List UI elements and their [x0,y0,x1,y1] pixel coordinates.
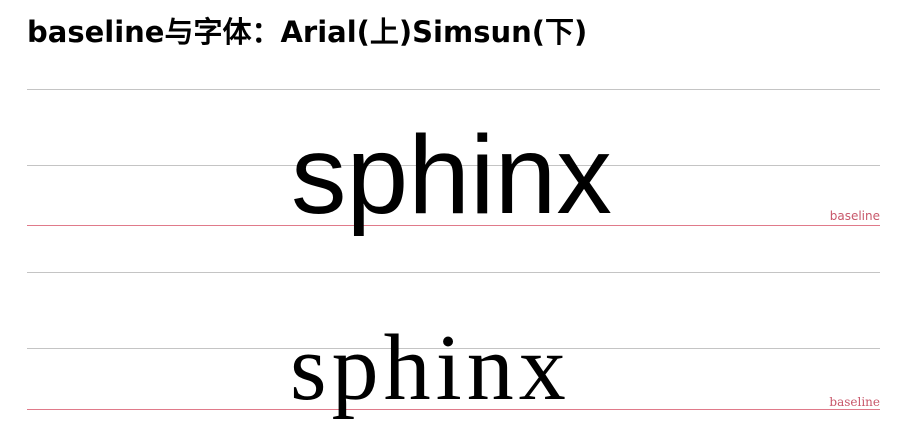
baseline-label-simsun: baseline [829,395,880,409]
guide-line-bottom-ascender [27,272,880,273]
guide-line-top-ascender [27,89,880,90]
sample-word-simsun: sphinx [290,316,571,420]
page-title: baseline与字体：Arial(上)Simsun(下) [27,15,588,49]
baseline-label-arial: baseline [829,209,880,223]
sample-word-arial: sphinx [291,113,612,237]
